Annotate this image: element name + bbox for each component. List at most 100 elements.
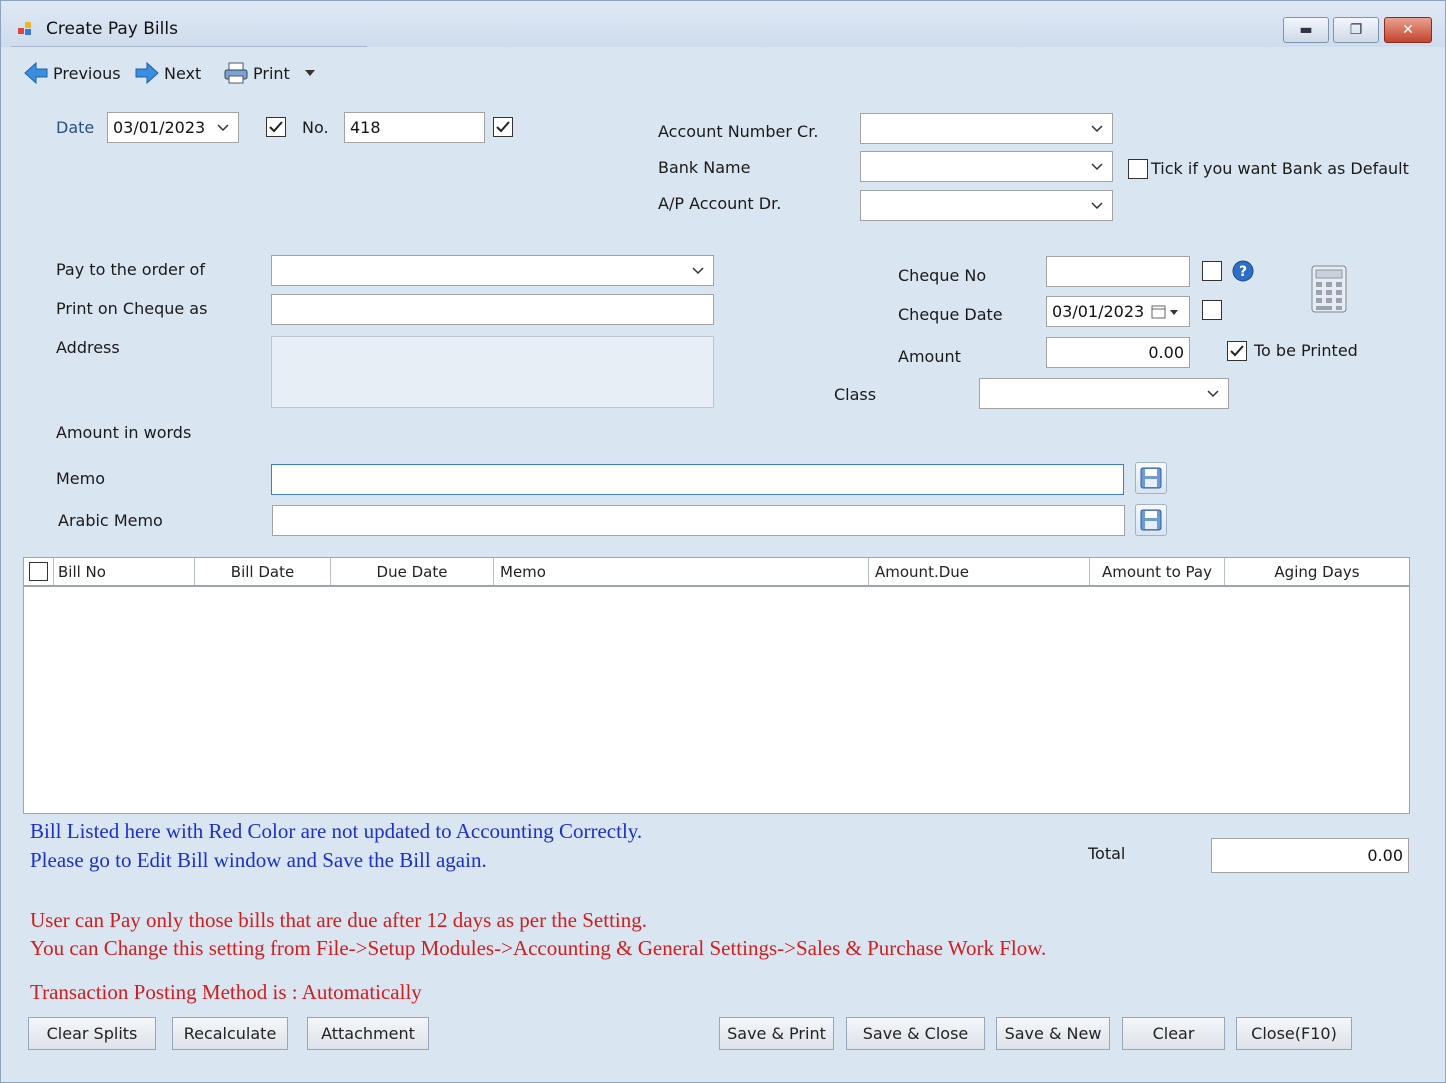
chevron-down-icon xyxy=(1091,125,1103,133)
calendar-dropdown-icon xyxy=(1151,305,1178,319)
amount-in-words-label: Amount in words xyxy=(56,423,192,442)
cheque-date-label: Cheque Date xyxy=(898,305,1003,324)
posting-method-message: Transaction Posting Method is : Automati… xyxy=(30,980,422,1004)
chevron-down-icon xyxy=(692,267,704,275)
select-all-column[interactable] xyxy=(24,558,54,585)
arabic-memo-input[interactable] xyxy=(272,505,1125,536)
date-value: 03/01/2023 xyxy=(113,118,206,137)
memo-input[interactable] xyxy=(271,464,1124,495)
bank-default-checkbox[interactable] xyxy=(1128,159,1148,179)
address-textarea[interactable] xyxy=(271,336,714,408)
minimize-icon: ▬ xyxy=(1299,22,1313,38)
arrow-right-icon xyxy=(135,61,159,85)
col-memo[interactable]: Memo xyxy=(494,558,869,585)
close-button[interactable]: Close(F10) xyxy=(1236,1017,1352,1050)
close-window-button[interactable]: ✕ xyxy=(1384,17,1432,43)
attachment-button[interactable]: Attachment xyxy=(307,1017,429,1050)
col-due-date[interactable]: Due Date xyxy=(331,558,494,585)
col-amount-due[interactable]: Amount.Due xyxy=(869,558,1090,585)
previous-button[interactable]: Previous xyxy=(23,59,121,87)
cheque-date-value: 03/01/2023 xyxy=(1052,302,1145,321)
bills-grid[interactable]: Bill No Bill Date Due Date Memo Amount.D… xyxy=(23,557,1410,814)
cheque-date-picker[interactable]: 03/01/2023 xyxy=(1046,296,1190,327)
no-checkbox[interactable] xyxy=(493,117,513,137)
chevron-down-icon xyxy=(1091,202,1103,210)
cheque-no-input[interactable] xyxy=(1046,256,1190,287)
warning-message-line1: User can Pay only those bills that are d… xyxy=(30,908,647,932)
account-number-cr-label: Account Number Cr. xyxy=(658,122,819,141)
clear-button[interactable]: Clear xyxy=(1122,1017,1225,1050)
next-button[interactable]: Next xyxy=(134,59,201,87)
memo-label: Memo xyxy=(56,469,106,488)
save-close-button[interactable]: Save & Close xyxy=(846,1017,985,1050)
cheque-date-checkbox[interactable] xyxy=(1202,300,1222,320)
next-label: Next xyxy=(164,63,202,83)
warning-message-line2: You can Change this setting from File->S… xyxy=(30,936,1047,960)
col-bill-date[interactable]: Bill Date xyxy=(195,558,331,585)
total-field: 0.00 xyxy=(1211,838,1409,873)
bank-name-combo[interactable] xyxy=(860,151,1113,182)
dropdown-arrow-icon xyxy=(304,70,315,76)
amount-value: 0.00 xyxy=(1148,343,1184,362)
create-pay-bills-window: Create Pay Bills ▬ ❐ ✕ Previous Next Pri… xyxy=(0,0,1446,1083)
close-icon: ✕ xyxy=(1402,22,1414,38)
print-on-cheque-label: Print on Cheque as xyxy=(56,299,208,318)
grid-header: Bill No Bill Date Due Date Memo Amount.D… xyxy=(24,558,1409,587)
amount-label: Amount xyxy=(898,347,961,366)
col-aging-days[interactable]: Aging Days xyxy=(1225,558,1409,585)
minimize-button[interactable]: ▬ xyxy=(1283,17,1329,43)
window-title: Create Pay Bills xyxy=(46,19,178,39)
restore-icon: ❐ xyxy=(1349,22,1363,38)
pay-to-label: Pay to the order of xyxy=(56,260,205,279)
to-be-printed-checkbox[interactable] xyxy=(1227,341,1247,361)
svg-text:?: ? xyxy=(1239,264,1247,280)
arabic-memo-save-button[interactable] xyxy=(1135,504,1167,536)
col-amount-to-pay[interactable]: Amount to Pay xyxy=(1090,558,1225,585)
pay-to-combo[interactable] xyxy=(271,255,714,286)
print-label: Print xyxy=(253,63,290,83)
class-label: Class xyxy=(834,385,877,404)
arabic-memo-label: Arabic Memo xyxy=(58,511,163,530)
total-value: 0.00 xyxy=(1367,846,1403,865)
chevron-down-icon xyxy=(1207,390,1219,398)
clear-splits-button[interactable]: Clear Splits xyxy=(28,1017,156,1050)
maximize-button[interactable]: ❐ xyxy=(1333,17,1379,43)
total-label: Total xyxy=(1088,844,1126,863)
printer-icon xyxy=(224,62,248,84)
col-bill-no[interactable]: Bill No xyxy=(54,558,195,585)
account-number-cr-combo[interactable] xyxy=(860,113,1113,144)
memo-save-button[interactable] xyxy=(1135,462,1167,494)
class-combo[interactable] xyxy=(979,378,1229,409)
title-divider xyxy=(11,46,367,47)
previous-label: Previous xyxy=(53,63,121,83)
checkmark-icon xyxy=(496,121,510,133)
cheque-no-label: Cheque No xyxy=(898,266,987,285)
cheque-no-checkbox[interactable] xyxy=(1202,261,1222,281)
recalculate-button[interactable]: Recalculate xyxy=(172,1017,288,1050)
floppy-disk-icon xyxy=(1140,509,1162,531)
ap-account-dr-combo[interactable] xyxy=(860,190,1113,221)
info-message-line2: Please go to Edit Bill window and Save t… xyxy=(30,848,487,872)
to-be-printed-label: To be Printed xyxy=(1254,341,1358,360)
help-icon[interactable]: ? xyxy=(1232,260,1254,282)
print-button[interactable]: Print xyxy=(223,59,320,87)
chevron-down-icon xyxy=(217,124,229,132)
date-picker[interactable]: 03/01/2023 xyxy=(107,112,239,143)
save-print-button[interactable]: Save & Print xyxy=(719,1017,834,1050)
bank-name-label: Bank Name xyxy=(658,158,751,177)
select-all-checkbox[interactable] xyxy=(29,562,48,581)
bank-default-label: Tick if you want Bank as Default xyxy=(1151,159,1409,178)
bill-no-value: 418 xyxy=(350,118,381,137)
calculator-icon[interactable] xyxy=(1311,265,1347,313)
no-label: No. xyxy=(302,118,329,137)
bill-no-input[interactable]: 418 xyxy=(344,112,485,143)
amount-input[interactable]: 0.00 xyxy=(1046,337,1190,368)
save-new-button[interactable]: Save & New xyxy=(996,1017,1110,1050)
address-label: Address xyxy=(56,338,120,357)
chevron-down-icon xyxy=(1091,163,1103,171)
print-on-cheque-input[interactable] xyxy=(271,294,714,325)
info-message-line1: Bill Listed here with Red Color are not … xyxy=(30,819,643,843)
floppy-disk-icon xyxy=(1140,467,1162,489)
checkmark-icon xyxy=(269,121,283,133)
date-checkbox[interactable] xyxy=(266,117,286,137)
